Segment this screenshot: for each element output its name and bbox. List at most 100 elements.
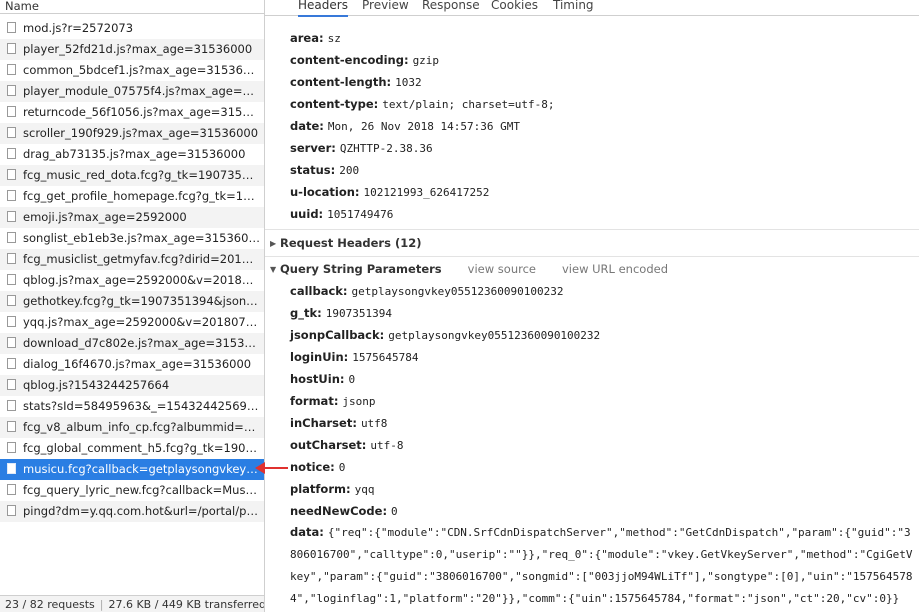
header-key: hostUin: (290, 372, 345, 386)
query-param-row: format: jsonp (290, 394, 376, 408)
response-header-row: content-length: 1032 (290, 75, 422, 89)
file-icon (7, 232, 16, 243)
request-name: dialog_16f4670.js?max_age=31536000 (23, 357, 252, 371)
header-key: content-type: (290, 97, 379, 111)
file-icon (7, 337, 16, 348)
file-icon (7, 379, 16, 390)
query-param-row: platform: yqq (290, 482, 374, 496)
header-value: utf8 (360, 417, 388, 430)
response-header-row: area: sz (290, 31, 341, 45)
query-param-row: needNewCode: 0 (290, 504, 398, 518)
request-row[interactable]: musicu.fcg?callback=getplaysongvkey0551.… (0, 459, 264, 480)
request-row[interactable]: fcg_music_red_dota.fcg?g_tk=1907351394..… (0, 165, 264, 186)
header-value: 102121993_626417252 (363, 186, 490, 199)
request-row[interactable]: stats?sId=58495963&_=1543244256998 (0, 396, 264, 417)
header-key: format: (290, 394, 339, 408)
view-source-link[interactable]: view source (468, 262, 536, 276)
headers-content: area: sz content-encoding: gzip content-leng… (265, 18, 919, 612)
file-icon (7, 85, 16, 96)
request-row[interactable]: gethotkey.fcg?g_tk=1907351394&jsonpCal..… (0, 291, 264, 312)
file-icon (7, 64, 16, 75)
file-icon (7, 421, 16, 432)
request-name: player_52fd21d.js?max_age=31536000 (23, 42, 253, 56)
response-header-row: content-encoding: gzip (290, 53, 439, 67)
name-column-header[interactable]: Name (0, 0, 264, 14)
header-key: u-location: (290, 185, 360, 199)
query-string-section[interactable]: ▼ Query String Parameters view source view … (270, 258, 919, 280)
header-value: 1051749476 (327, 208, 394, 221)
header-key: jsonpCallback: (290, 328, 385, 342)
annotation-arrow-icon (255, 462, 288, 474)
request-name: returncode_56f1056.js?max_age=31536000 (23, 105, 264, 119)
response-header-row: uuid: 1051749476 (290, 207, 393, 221)
request-name: qblog.js?max_age=2592000&v=20180702 (23, 273, 264, 287)
header-value: sz (327, 32, 341, 45)
request-row[interactable]: yqq.js?max_age=2592000&v=20180702 (0, 312, 264, 333)
view-url-encoded-link[interactable]: view URL encoded (562, 262, 668, 276)
file-icon (7, 505, 16, 516)
request-row[interactable]: qblog.js?max_age=2592000&v=20180702 (0, 270, 264, 291)
header-key: loginUin: (290, 350, 349, 364)
request-row[interactable]: fcg_v8_album_info_cp.fcg?albummid=003c..… (0, 417, 264, 438)
response-header-row: content-type: text/plain; charset=utf-8; (290, 97, 554, 111)
header-value: 0 (338, 461, 346, 474)
tab-preview[interactable]: Preview (362, 0, 409, 15)
request-name: fcg_query_lyric_new.fcg?callback=MusicJs… (23, 483, 264, 497)
header-key: outCharset: (290, 438, 367, 452)
request-details-panel: Headers Preview Response Cookies Timing area… (265, 0, 919, 612)
request-name: yqq.js?max_age=2592000&v=20180702 (23, 315, 261, 329)
request-name: gethotkey.fcg?g_tk=1907351394&jsonpCal..… (23, 294, 264, 308)
request-row[interactable]: scroller_190f929.js?max_age=31536000 (0, 123, 264, 144)
request-row[interactable]: fcg_global_comment_h5.fcg?g_tk=1907351..… (0, 438, 264, 459)
header-key: uuid: (290, 207, 324, 221)
header-key: area: (290, 31, 324, 45)
header-key: server: (290, 141, 336, 155)
request-count: 23 / 82 requests (5, 598, 95, 611)
file-icon (7, 295, 16, 306)
tab-timing[interactable]: Timing (553, 0, 594, 15)
file-icon (7, 400, 16, 411)
file-icon (7, 463, 16, 474)
request-name: pingd?dm=y.qq.com.hot&url=/portal/play..… (23, 504, 264, 518)
request-row[interactable]: fcg_musiclist_getmyfav.fcg?dirid=201&dir… (0, 249, 264, 270)
file-icon (7, 484, 16, 495)
header-value: QZHTTP-2.38.36 (339, 142, 433, 155)
request-row[interactable]: emoji.js?max_age=2592000 (0, 207, 264, 228)
request-row[interactable]: returncode_56f1056.js?max_age=31536000 (0, 102, 264, 123)
request-name: drag_ab73135.js?max_age=31536000 (23, 147, 246, 161)
request-name: songlist_eb1eb3e.js?max_age=31536000 (23, 231, 264, 245)
header-key: callback: (290, 284, 348, 298)
request-row[interactable]: fcg_query_lyric_new.fcg?callback=MusicJs… (0, 480, 264, 501)
request-row[interactable]: drag_ab73135.js?max_age=31536000 (0, 144, 264, 165)
query-param-row: hostUin: 0 (290, 372, 355, 386)
header-value: text/plain; charset=utf-8; (382, 98, 555, 111)
request-row[interactable]: player_module_07575f4.js?max_age=31536..… (0, 81, 264, 102)
request-headers-section[interactable]: ▶ Request Headers (12) (270, 232, 919, 254)
query-param-row: inCharset: utf8 (290, 416, 387, 430)
file-icon (7, 253, 16, 264)
section-title: Request Headers (12) (280, 236, 422, 250)
collapse-triangle-icon: ▼ (270, 265, 277, 274)
request-row[interactable]: mod.js?r=2572073 (0, 18, 264, 39)
header-key: content-encoding: (290, 53, 409, 67)
tab-headers[interactable]: Headers (298, 0, 348, 17)
request-row[interactable]: songlist_eb1eb3e.js?max_age=31536000 (0, 228, 264, 249)
file-icon (7, 316, 16, 327)
response-header-row: status: 200 (290, 163, 359, 177)
file-icon (7, 148, 16, 159)
request-row[interactable]: dialog_16f4670.js?max_age=31536000 (0, 354, 264, 375)
request-name: fcg_music_red_dota.fcg?g_tk=1907351394..… (23, 168, 264, 182)
query-param-row: callback: getplaysongvkey0551236009010023… (290, 284, 563, 298)
request-row[interactable]: player_52fd21d.js?max_age=31536000 (0, 39, 264, 60)
header-value: yqq (354, 483, 375, 496)
request-row[interactable]: pingd?dm=y.qq.com.hot&url=/portal/play..… (0, 501, 264, 522)
tab-response[interactable]: Response (422, 0, 480, 15)
request-row[interactable]: qblog.js?1543244257664 (0, 375, 264, 396)
tab-cookies[interactable]: Cookies (491, 0, 538, 15)
request-row[interactable]: fcg_get_profile_homepage.fcg?g_tk=19073.… (0, 186, 264, 207)
request-name: fcg_global_comment_h5.fcg?g_tk=1907351..… (23, 441, 264, 455)
request-row[interactable]: download_d7c802e.js?max_age=31536000 (0, 333, 264, 354)
header-value: 0 (391, 505, 398, 518)
section-divider (265, 229, 919, 230)
request-row[interactable]: common_5bdcef1.js?max_age=31536000 (0, 60, 264, 81)
